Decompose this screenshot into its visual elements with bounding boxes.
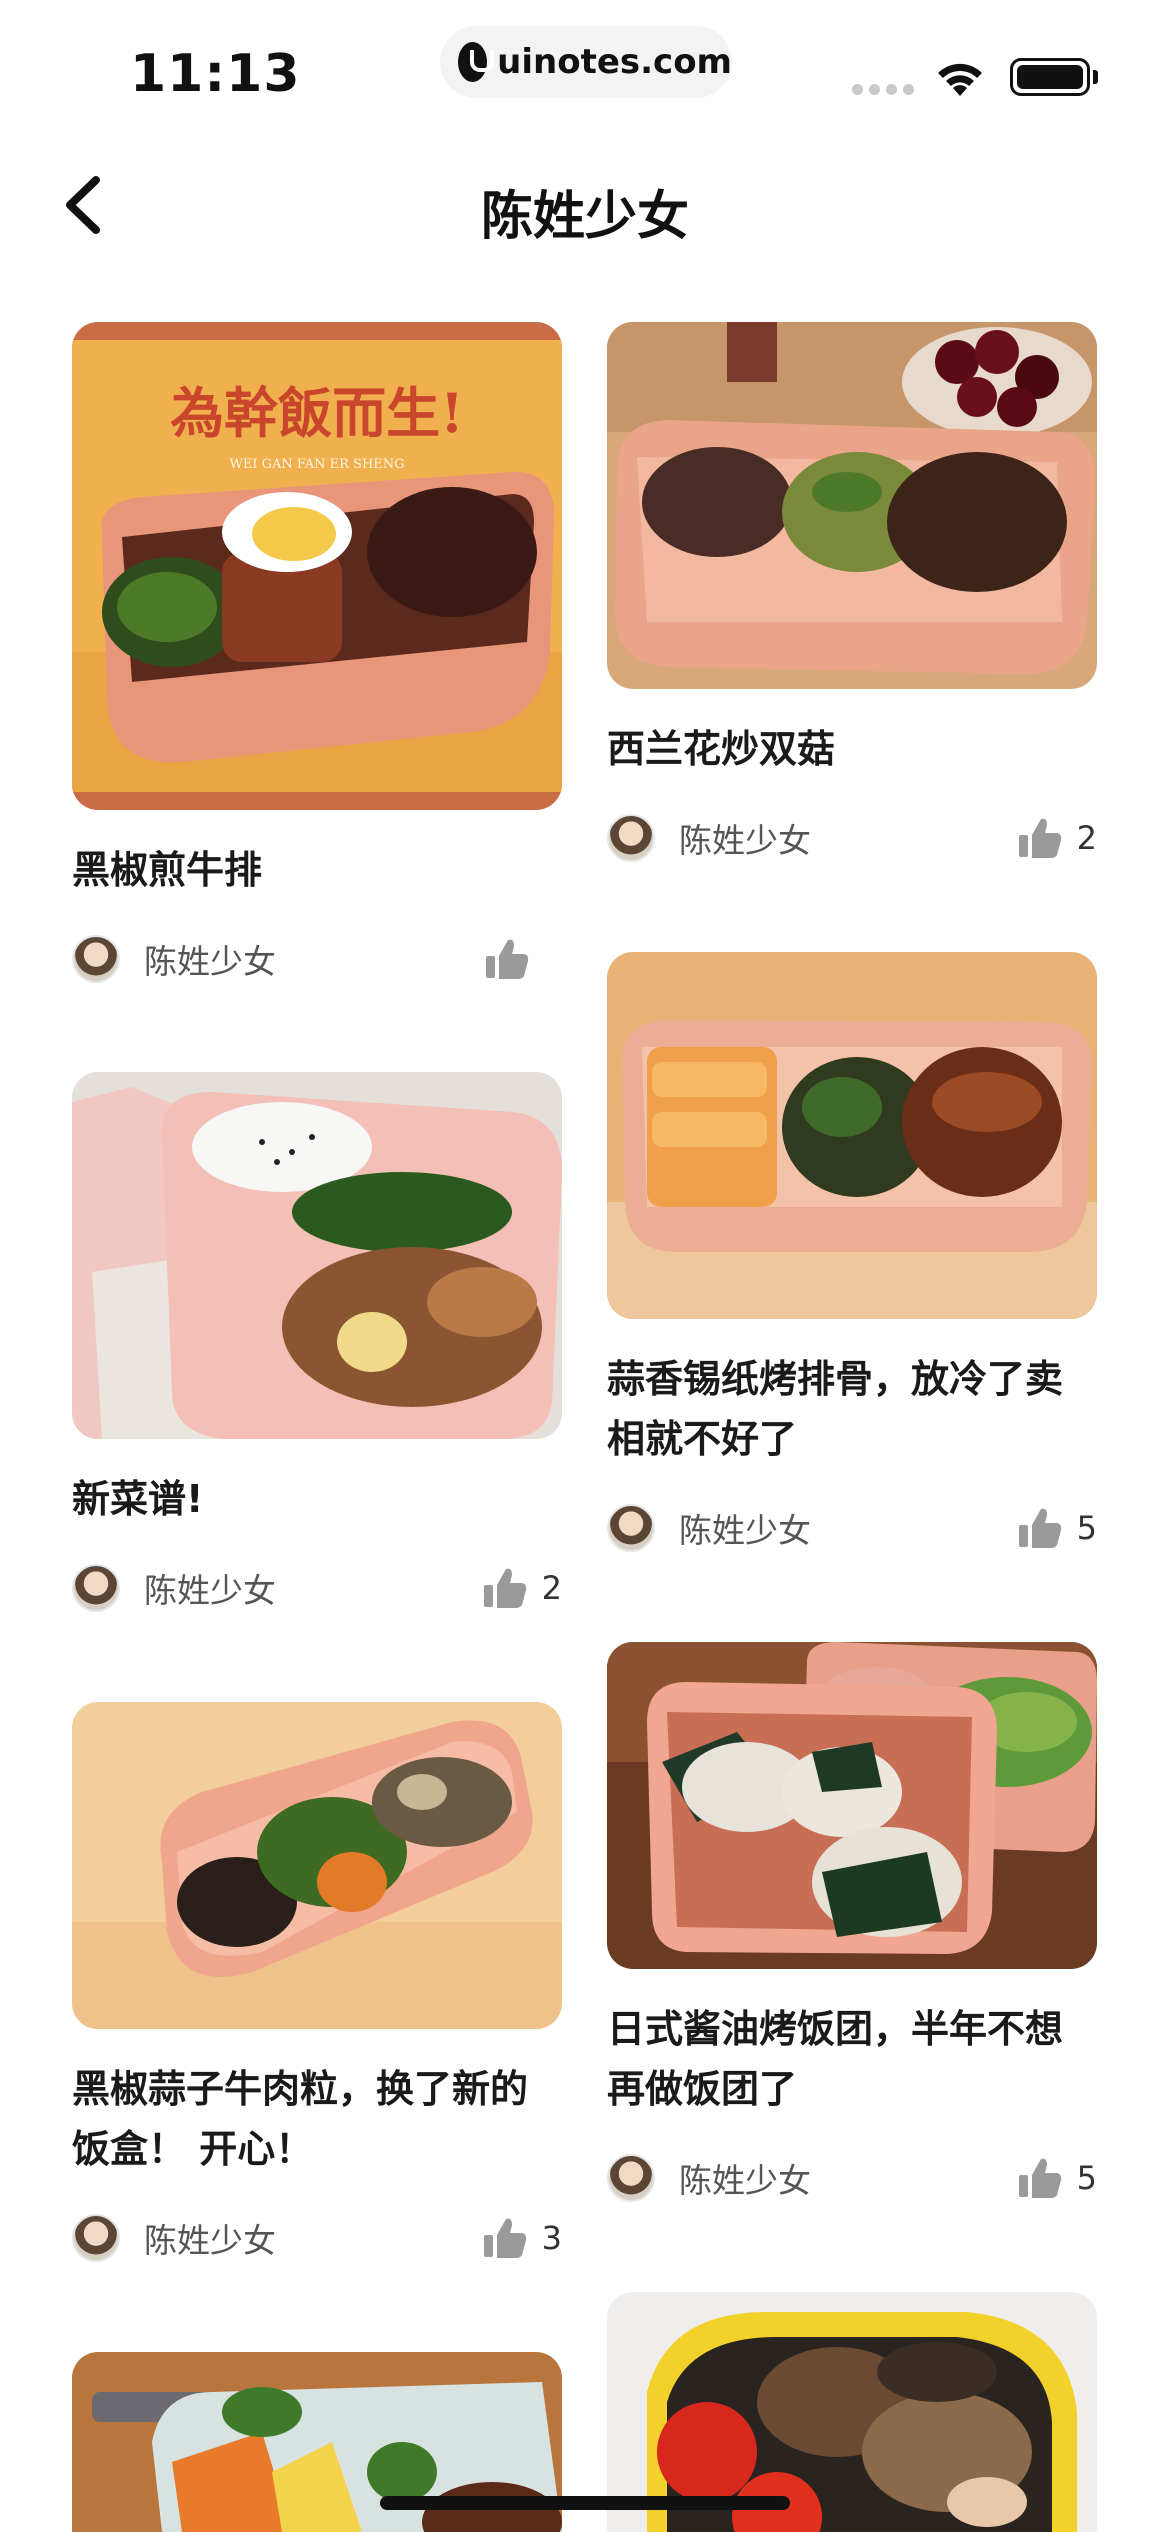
thumbs-up-icon xyxy=(486,939,529,979)
like-button[interactable]: 5 xyxy=(1017,1505,1097,1551)
thumbs-up-icon xyxy=(483,2218,526,2258)
post-card[interactable]: 日式酱油烤饭团，半年不想再做饭团了 陈姓少女 5 xyxy=(607,1642,1097,2202)
thumbs-up-icon xyxy=(1018,2158,1061,2198)
post-image[interactable] xyxy=(72,1072,562,1439)
post-meta: 陈姓少女 5 xyxy=(607,2153,1097,2203)
status-bar: 11:13 uinotes.com xyxy=(0,0,1170,130)
avatar xyxy=(72,935,120,983)
post-meta: 陈姓少女 xyxy=(72,934,562,984)
uinotes-logo-icon xyxy=(458,42,495,82)
like-count: 3 xyxy=(541,2219,562,2257)
like-count: 5 xyxy=(1076,2159,1097,2197)
thumbs-up-icon xyxy=(1018,818,1061,858)
like-button[interactable]: 2 xyxy=(1017,815,1097,861)
like-count: 5 xyxy=(1076,1509,1097,1547)
home-indicator[interactable] xyxy=(380,2496,790,2510)
wifi-icon xyxy=(938,63,982,96)
like-button[interactable]: 3 xyxy=(482,2215,562,2261)
status-time: 11:13 xyxy=(130,44,301,104)
post-image[interactable] xyxy=(607,952,1097,1319)
post-card[interactable]: 為幹飯而生! WEI GAN FAN ER SHENG 黑椒煎牛排 陈姓少女 xyxy=(72,322,562,983)
post-meta: 陈姓少女 3 xyxy=(72,2213,562,2263)
page-title: 陈姓少女 xyxy=(480,187,689,247)
author-name: 陈姓少女 xyxy=(144,2221,276,2260)
author-name: 陈姓少女 xyxy=(144,942,276,981)
avatar xyxy=(607,1504,655,1552)
author-name: 陈姓少女 xyxy=(679,2161,811,2200)
post-meta: 陈姓少女 2 xyxy=(72,1563,562,1613)
post-title: 新菜谱! xyxy=(72,1477,204,1521)
post-title: 日式酱油烤饭团，半年不想再做饭团了 xyxy=(607,2007,1064,2111)
post-meta: 陈姓少女 2 xyxy=(607,813,1097,863)
post-meta: 陈姓少女 5 xyxy=(607,1503,1097,1553)
post-title: 黑椒煎牛排 xyxy=(72,848,263,892)
author-name: 陈姓少女 xyxy=(679,821,811,860)
like-button[interactable]: 5 xyxy=(1017,2155,1097,2201)
post-card[interactable]: 黑椒蒜子牛肉粒，换了新的饭盒！ 开心！ 陈姓少女 3 xyxy=(72,1702,562,2262)
post-card[interactable]: 蒜香锡纸烤排骨，放冷了卖相就不好了 陈姓少女 5 xyxy=(607,952,1097,1552)
post-title: 蒜香锡纸烤排骨，放冷了卖相就不好了 xyxy=(607,1357,1064,1461)
like-count: 2 xyxy=(541,1569,562,1607)
like-button[interactable]: 2 xyxy=(482,1565,562,1611)
url-text: uinotes.com xyxy=(497,42,732,82)
post-image[interactable] xyxy=(72,1702,562,2029)
post-card[interactable]: 新菜谱! 陈姓少女 2 xyxy=(72,1072,562,1612)
avatar xyxy=(72,2214,120,2262)
like-button[interactable] xyxy=(484,936,562,982)
like-count: 2 xyxy=(1076,819,1097,857)
author-name: 陈姓少女 xyxy=(144,1571,276,1610)
url-pill[interactable]: uinotes.com xyxy=(440,26,732,98)
avatar xyxy=(607,2154,655,2202)
avatar xyxy=(607,814,655,862)
post-card[interactable]: 西兰花炒双菇 陈姓少女 2 xyxy=(607,322,1097,862)
author-name: 陈姓少女 xyxy=(679,1511,811,1550)
avatar xyxy=(72,1564,120,1612)
post-image[interactable]: 為幹飯而生! WEI GAN FAN ER SHENG xyxy=(72,322,562,810)
image-subcaption: WEI GAN FAN ER SHENG xyxy=(229,457,404,472)
post-title: 西兰花炒双菇 xyxy=(607,727,836,771)
image-caption: 為幹飯而生! xyxy=(170,381,464,445)
post-image[interactable] xyxy=(607,1642,1097,1969)
thumbs-up-icon xyxy=(483,1568,526,1608)
post-title: 黑椒蒜子牛肉粒，换了新的饭盒！ 开心！ xyxy=(72,2067,529,2171)
signal-icon xyxy=(852,84,914,95)
battery-icon xyxy=(1010,58,1090,96)
post-image[interactable] xyxy=(607,322,1097,689)
nav-bar: 陈姓少女 xyxy=(0,150,1170,260)
thumbs-up-icon xyxy=(1018,1508,1061,1548)
